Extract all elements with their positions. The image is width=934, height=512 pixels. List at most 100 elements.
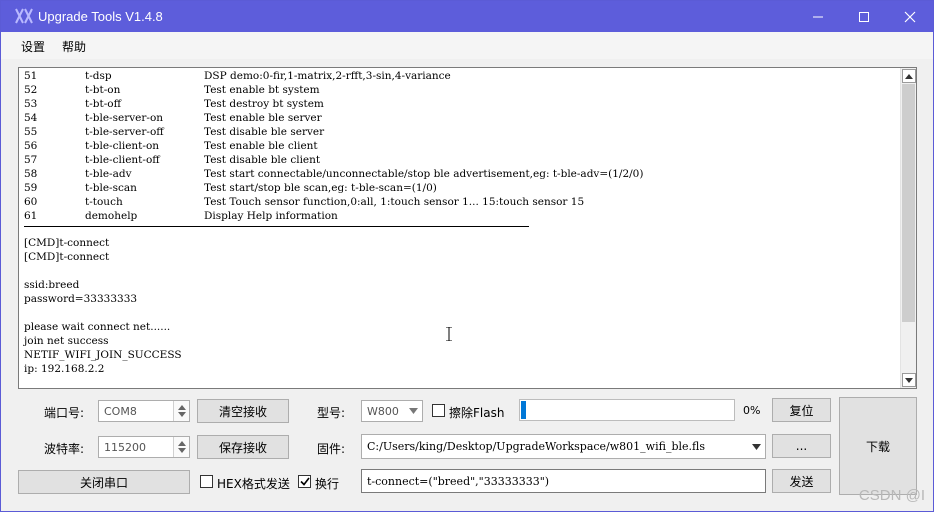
command-name: demohelp [85, 210, 138, 222]
newline-label: 换行 [315, 477, 340, 491]
command-name: t-ble-scan [85, 182, 137, 194]
command-number: 59 [24, 182, 38, 194]
reset-button[interactable]: 复位 [772, 398, 831, 422]
command-number: 51 [24, 70, 38, 82]
window-title: Upgrade Tools V1.4.8 [38, 9, 163, 24]
command-number: 60 [24, 196, 38, 208]
send-input-value: t-connect=("breed","33333333") [367, 475, 550, 488]
log-line: ssid:breed [24, 279, 80, 291]
save-receive-button[interactable]: 保存接收 [197, 435, 289, 459]
scroll-up-button[interactable] [902, 69, 916, 83]
log-line: ip: 192.168.2.2 [24, 363, 105, 375]
close-icon [904, 11, 916, 22]
checkmark-icon [299, 477, 310, 486]
firmware-path: C:/Users/king/Desktop/UpgradeWorkspace/w… [367, 440, 705, 453]
scroll-thumb[interactable] [902, 84, 915, 322]
maximize-icon [859, 11, 869, 22]
command-description: Test start/stop ble scan,eg: t-ble-scan=… [204, 182, 437, 194]
minimize-icon [813, 16, 823, 17]
log-line: [CMD]t-connect [24, 237, 110, 249]
baud-spin[interactable] [173, 437, 189, 457]
chevron-down-icon [178, 412, 186, 417]
model-select[interactable]: W800 [361, 400, 423, 422]
chevron-up-icon [905, 73, 913, 79]
command-number: 61 [24, 210, 38, 222]
download-progress-bar [519, 399, 735, 421]
chevron-down-icon [178, 448, 186, 453]
app-window: Upgrade Tools V1.4.8 设置 帮助 51 t-dsp DSP de… [0, 0, 934, 512]
command-name: t-ble-server-on [85, 112, 164, 124]
command-number: 56 [24, 140, 38, 152]
text-cursor-icon [446, 327, 452, 341]
progress-fill [521, 401, 526, 419]
console-scrollbar[interactable] [900, 68, 916, 388]
firmware-path-select[interactable]: C:/Users/king/Desktop/UpgradeWorkspace/w… [361, 434, 766, 459]
maximize-button[interactable] [841, 1, 887, 32]
title-bar[interactable]: Upgrade Tools V1.4.8 [1, 1, 933, 32]
progress-percent: 0% [743, 404, 761, 417]
send-input[interactable]: t-connect=("breed","33333333") [361, 469, 766, 493]
close-port-button[interactable]: 关闭串口 [18, 470, 190, 494]
separator-line [24, 226, 529, 227]
serial-console[interactable]: 51 t-dsp DSP demo:0-fir,1-matrix,2-rfft,3-… [18, 67, 917, 389]
command-description: Display Help information [204, 210, 338, 222]
log-line: please wait connect net...... [24, 321, 171, 333]
chevron-up-icon [178, 441, 186, 446]
newline-checkbox[interactable] [298, 475, 311, 488]
chevron-down-icon [905, 377, 913, 383]
command-description: Test disable ble client [204, 154, 321, 166]
command-name: t-ble-adv [85, 168, 132, 180]
port-select[interactable]: COM8 [98, 400, 190, 422]
command-number: 52 [24, 84, 38, 96]
menu-bar: 设置 帮助 [1, 32, 933, 59]
command-description: Test Touch sensor function,0:all, 1:touc… [204, 196, 585, 208]
command-description: Test enable ble client [204, 140, 318, 152]
firmware-label: 固件: [317, 442, 346, 456]
command-description: Test start connectable/unconnectable/sto… [204, 168, 644, 180]
watermark: CSDN @I [858, 487, 925, 504]
command-name: t-dsp [85, 70, 112, 82]
command-name: t-bt-on [85, 84, 121, 96]
log-line: [CMD]t-connect [24, 251, 110, 263]
model-label: 型号: [317, 406, 346, 420]
command-name: t-ble-client-on [85, 140, 160, 152]
baud-label: 波特率: [44, 442, 85, 456]
port-label: 端口号: [44, 406, 85, 420]
minimize-button[interactable] [795, 1, 841, 32]
download-button[interactable]: 下载 [839, 397, 917, 495]
command-number: 57 [24, 154, 38, 166]
command-description: Test disable ble server [204, 126, 325, 138]
command-description: Test enable bt system [204, 84, 320, 96]
command-name: t-ble-client-off [85, 154, 160, 166]
model-value: W800 [367, 405, 399, 418]
send-button[interactable]: 发送 [772, 469, 831, 493]
command-number: 58 [24, 168, 38, 180]
log-line: password=33333333 [24, 293, 138, 305]
chevron-up-icon [178, 405, 186, 410]
baud-select[interactable]: 115200 [98, 436, 190, 458]
menu-settings[interactable]: 设置 [21, 38, 45, 55]
hex-send-label: HEX格式发送 [217, 477, 290, 491]
browse-button[interactable]: ... [772, 434, 831, 458]
command-description: DSP demo:0-fir,1-matrix,2-rfft,3-sin,4-v… [204, 70, 451, 82]
command-name: t-touch [85, 196, 123, 208]
command-number: 54 [24, 112, 38, 124]
port-spin[interactable] [173, 401, 189, 421]
menu-help[interactable]: 帮助 [62, 38, 86, 55]
clear-receive-button[interactable]: 清空接收 [197, 399, 289, 423]
scroll-down-button[interactable] [902, 373, 916, 387]
command-number: 53 [24, 98, 38, 110]
log-line: join net success [24, 335, 109, 347]
command-number: 55 [24, 126, 38, 138]
close-button[interactable] [887, 1, 933, 32]
erase-flash-checkbox[interactable] [432, 404, 445, 417]
log-output: [CMD]t-connect [CMD]t-connect ssid:breed pa… [24, 236, 182, 376]
command-name: t-bt-off [85, 98, 122, 110]
hex-send-checkbox[interactable] [200, 475, 213, 488]
command-description: Test destroy bt system [204, 98, 324, 110]
erase-flash-label: 擦除Flash [449, 406, 505, 420]
app-logo-icon [15, 8, 33, 24]
baud-value: 115200 [104, 441, 146, 454]
